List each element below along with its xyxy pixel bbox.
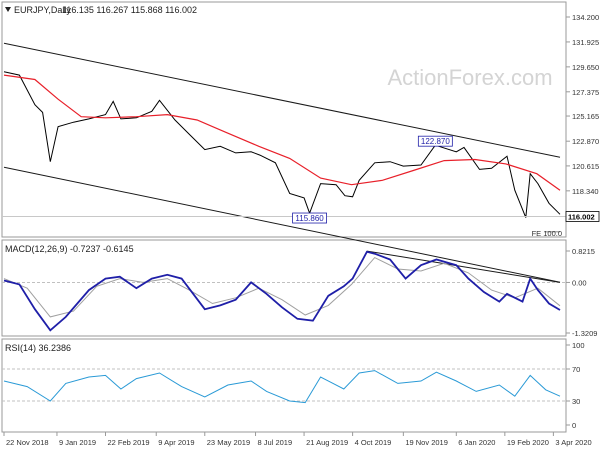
price-ohlc: 116.135 116.267 115.868 116.002 [62,5,197,15]
rsi-y-tick-label: 100 [572,341,585,350]
current-price-label: 116.002 [568,212,595,221]
price-header: EURJPY,Daily 116.135 116.267 115.868 116… [5,5,197,15]
price-y-tick-label: 134.200 [572,13,599,22]
price-y-tick-label: 125.165 [572,112,599,121]
price-y-tick-label: 122.870 [572,137,599,146]
rsi-y-tick-label: 70 [572,365,580,374]
watermark: ActionForex.com [387,65,552,90]
x-tick-label: 19 Feb 2020 [507,438,549,447]
price-y-tick-label: 127.375 [572,88,599,97]
x-tick-label: 3 Apr 2020 [555,438,591,447]
x-tick-label: 4 Oct 2019 [355,438,392,447]
rsi-y-tick-label: 0 [572,421,576,430]
x-tick-label: 19 Nov 2019 [405,438,448,447]
price-annotation-label: 122.870 [421,137,450,146]
chart-svg: 134.200 131.925 129.650 127.375 125.165 122.8… [0,0,600,450]
x-tick-label: 6 Jan 2020 [458,438,495,447]
macd-y-tick-label: 0.00 [572,278,587,287]
forex-chart: 134.200 131.925 129.650 127.375 125.165 122.8… [0,0,600,450]
price-y-tick-label: 129.650 [572,63,599,72]
x-tick-label: 8 Jul 2019 [258,438,293,447]
x-tick-label: 9 Jan 2019 [59,438,96,447]
macd-y-tick-label: 0.8215 [572,247,595,256]
price-y-tick-label: 118.340 [572,187,599,196]
price-y-tick-label: 120.615 [572,162,599,171]
price-y-tick-label: 131.925 [572,38,599,47]
x-tick-label: 22 Nov 2018 [6,438,49,447]
rsi-y-tick-label: 30 [572,397,580,406]
x-tick-label: 21 Aug 2019 [306,438,348,447]
macd-header: MACD(12,26,9) -0.7237 -0.6145 [5,244,134,254]
fib-extension-label: FE 100.0 [532,229,562,238]
price-annotation-label: 115.860 [295,214,324,223]
macd-y-tick-label: -1.3209 [572,329,597,338]
rsi-header: RSI(14) 36.2386 [5,343,71,353]
x-tick-label: 22 Feb 2019 [107,438,149,447]
x-tick-label: 9 Apr 2019 [158,438,194,447]
x-tick-label: 23 May 2019 [207,438,250,447]
